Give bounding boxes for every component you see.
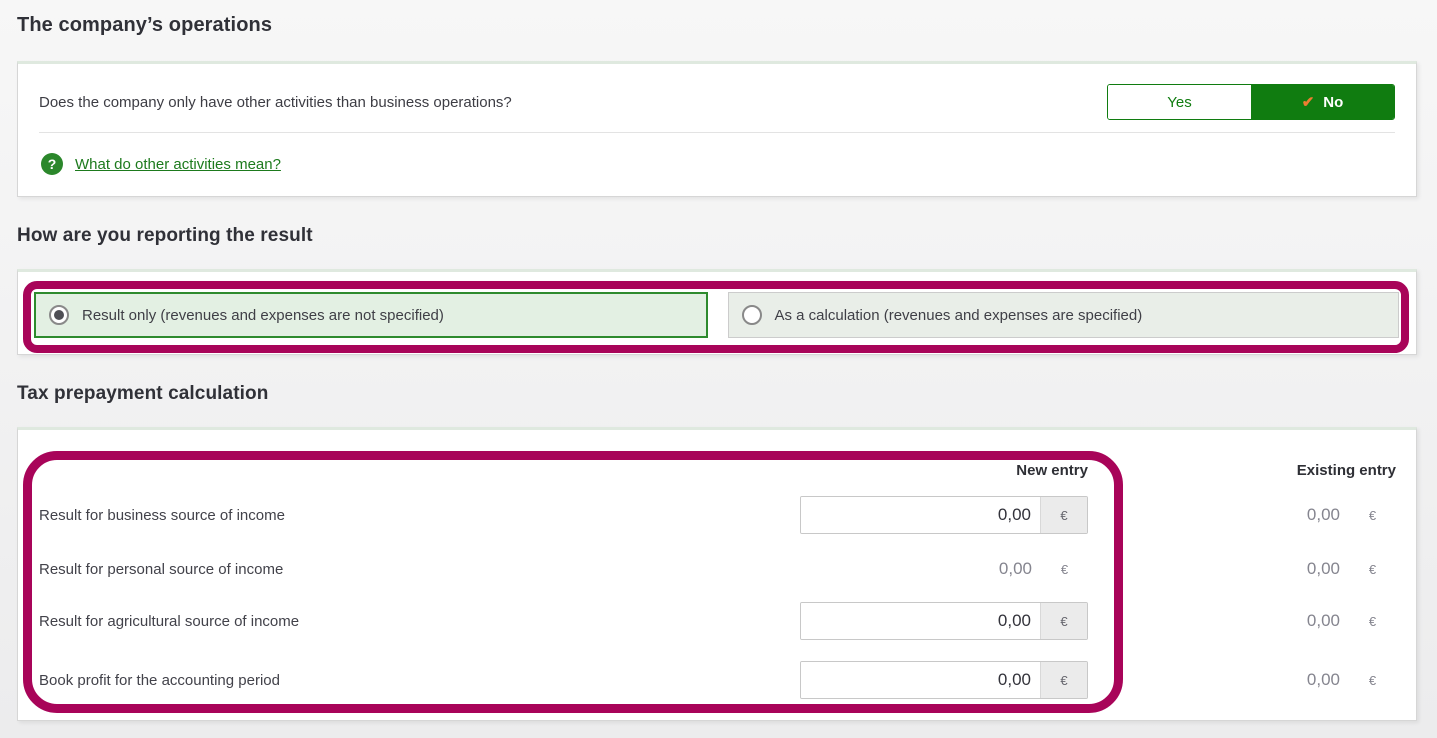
table-row: Result for business source of income € 0… (39, 496, 1396, 534)
yes-button[interactable]: Yes (1108, 85, 1251, 119)
no-button-label: No (1323, 93, 1344, 111)
row-label-agricultural-income: Result for agricultural source of income (39, 612, 300, 630)
radio-option-result-only-label: Result only (revenues and expenses are n… (82, 306, 444, 324)
personal-income-readonly: 0,00 € (800, 550, 1088, 588)
other-activities-toggle: Yes ✔ No (1107, 84, 1395, 120)
table-row: Result for personal source of income 0,0… (39, 550, 1396, 588)
existing-value: 0,00 (1306, 559, 1340, 578)
existing-value: 0,00 (1306, 670, 1340, 689)
euro-symbol: € (1368, 613, 1377, 629)
yes-button-label: Yes (1167, 93, 1192, 111)
question-mark-icon: ? (41, 153, 63, 175)
radio-option-as-calculation[interactable]: As a calculation (revenues and expenses … (727, 292, 1399, 338)
euro-symbol: € (1368, 507, 1377, 523)
prepayment-card: New entry Existing entry Result for busi… (17, 427, 1417, 721)
tax-form-page: The company’s operations Does the compan… (0, 0, 1437, 738)
book-profit-existing: 0,00 € (1108, 661, 1396, 699)
radio-unselected-icon (741, 305, 762, 325)
existing-value: 0,00 (1306, 505, 1340, 524)
agricultural-income-input-group: € (800, 602, 1088, 640)
row-label-business-income: Result for business source of income (39, 506, 285, 524)
other-activities-question: Does the company only have other activit… (39, 93, 512, 111)
euro-symbol: € (1368, 672, 1377, 688)
operations-card: Does the company only have other activit… (17, 61, 1417, 197)
readonly-value: 0,00 (998, 559, 1032, 578)
section-heading-reporting: How are you reporting the result (17, 225, 313, 246)
business-income-input-group: € (800, 496, 1088, 534)
reporting-card: Result only (revenues and expenses are n… (17, 269, 1417, 355)
euro-symbol: € (1368, 561, 1377, 577)
business-income-input[interactable] (801, 497, 1040, 533)
reporting-options: Result only (revenues and expenses are n… (34, 292, 1399, 338)
radio-option-as-calculation-label: As a calculation (revenues and expenses … (774, 306, 1143, 324)
help-row: ? What do other activities mean? (18, 133, 1416, 175)
table-row: Book profit for the accounting period € … (39, 661, 1396, 699)
personal-income-existing: 0,00 € (1108, 550, 1396, 588)
row-label-book-profit: Book profit for the accounting period (39, 671, 280, 689)
column-header-existing-entry: Existing entry (1296, 462, 1396, 479)
agricultural-income-existing: 0,00 € (1108, 602, 1396, 640)
section-heading-prepayment: Tax prepayment calculation (17, 383, 269, 404)
business-income-existing: 0,00 € (1108, 496, 1396, 534)
no-button[interactable]: ✔ No (1251, 85, 1394, 119)
euro-symbol: € (1040, 603, 1087, 639)
existing-value: 0,00 (1306, 611, 1340, 630)
euro-symbol: € (1060, 561, 1069, 577)
other-activities-help-link[interactable]: What do other activities mean? (75, 156, 281, 173)
book-profit-input-group: € (800, 661, 1088, 699)
radio-option-result-only[interactable]: Result only (revenues and expenses are n… (34, 292, 708, 338)
table-header-row: New entry Existing entry (39, 462, 1396, 479)
row-label-personal-income: Result for personal source of income (39, 560, 284, 578)
book-profit-input[interactable] (801, 662, 1040, 698)
check-icon: ✔ (1301, 94, 1315, 111)
column-header-new-entry: New entry (1016, 462, 1088, 479)
agricultural-income-input[interactable] (801, 603, 1040, 639)
prepayment-table: New entry Existing entry Result for busi… (18, 462, 1416, 699)
euro-symbol: € (1040, 662, 1087, 698)
table-row: Result for agricultural source of income… (39, 602, 1396, 640)
radio-selected-icon (49, 305, 69, 325)
euro-symbol: € (1040, 497, 1087, 533)
section-heading-operations: The company’s operations (17, 14, 273, 36)
other-activities-question-row: Does the company only have other activit… (18, 64, 1416, 120)
